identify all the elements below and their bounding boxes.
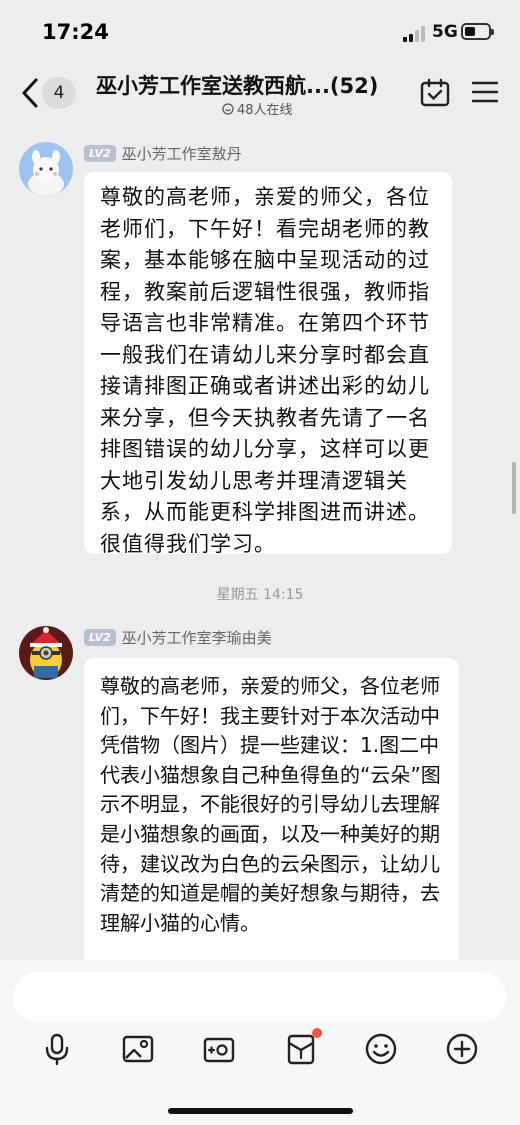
- red-packet-button[interactable]: [284, 1028, 322, 1066]
- camera-button[interactable]: [202, 1032, 236, 1066]
- input-panel: [0, 960, 520, 1125]
- more-menu-button[interactable]: [471, 80, 499, 104]
- online-status-icon: [222, 102, 234, 115]
- sender-name-label: 巫小芳工作室敖丹: [121, 145, 242, 163]
- voice-button[interactable]: [40, 1032, 74, 1066]
- chat-header: 4 巫小芳工作室送教西航...(52) 48人在线: [0, 62, 520, 124]
- camera-icon: [203, 1037, 235, 1063]
- battery-icon: [461, 23, 494, 40]
- emoji-button[interactable]: [364, 1032, 398, 1066]
- message-input[interactable]: [13, 972, 506, 1022]
- avatar[interactable]: [19, 142, 73, 196]
- status-time: 17:24: [42, 20, 109, 44]
- image-button[interactable]: [121, 1032, 155, 1066]
- microphone-icon: [45, 1033, 69, 1066]
- chevron-left-icon: [22, 78, 38, 108]
- chat-title[interactable]: 巫小芳工作室送教西航...(52): [96, 70, 396, 100]
- online-count-label: 48人在线: [237, 103, 293, 118]
- add-icon: [446, 1033, 478, 1065]
- notification-dot: [312, 1028, 322, 1038]
- message-bubble[interactable]: 尊敬的高老师，亲爱的师父，各位老师们，下午好！看完胡老师的教案，基本能够在脑中呈…: [84, 172, 452, 556]
- sender-name-label: 巫小芳工作室李瑜由美: [121, 629, 272, 647]
- message-bubble[interactable]: 尊敬的高老师，亲爱的师父，各位老师们，下午好！我主要针对于本次活动中凭借物（图片…: [84, 658, 459, 968]
- online-count: 48人在线: [222, 99, 293, 118]
- unread-badge[interactable]: 4: [42, 77, 76, 109]
- network-type: 5G: [432, 22, 458, 42]
- signal-icon: [403, 26, 427, 42]
- status-bar: 17:24 5G: [0, 0, 520, 62]
- calendar-check-icon: [420, 78, 450, 107]
- more-actions-button[interactable]: [445, 1032, 479, 1066]
- hamburger-menu-icon: [471, 81, 499, 103]
- avatar[interactable]: [19, 626, 73, 680]
- message-timestamp: 星期五 14:15: [216, 587, 304, 603]
- level-badge: LV2: [84, 629, 116, 646]
- image-icon: [122, 1035, 154, 1063]
- home-indicator[interactable]: [168, 1108, 353, 1114]
- scrollbar[interactable]: [512, 462, 516, 514]
- sender-name: LV2 巫小芳工作室李瑜由美: [84, 627, 272, 648]
- calendar-button[interactable]: [420, 78, 450, 108]
- emoji-icon: [365, 1033, 397, 1065]
- gift-icon: [287, 1034, 315, 1065]
- sender-name: LV2 巫小芳工作室敖丹: [84, 143, 242, 164]
- level-badge: LV2: [84, 145, 116, 162]
